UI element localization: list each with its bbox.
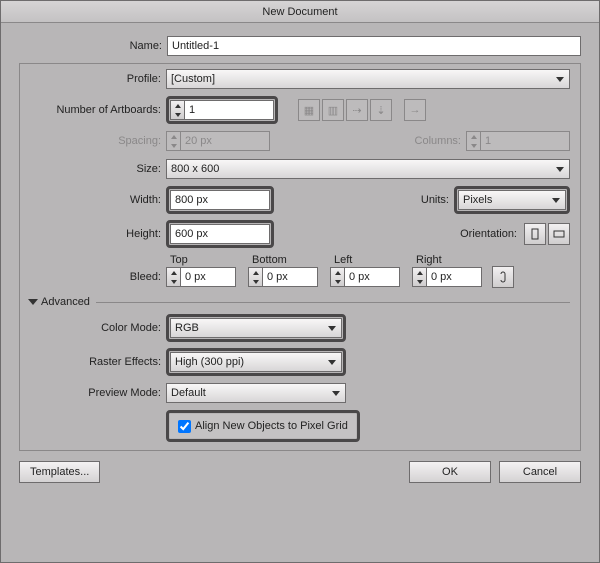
bleed-right-label: Right <box>416 254 498 266</box>
align-pixel-grid-checkbox[interactable]: Align New Objects to Pixel Grid <box>170 414 356 438</box>
orientation-label: Orientation: <box>444 228 522 240</box>
size-select[interactable]: 800 x 600 <box>166 159 570 179</box>
main-fieldset: Profile: [Custom] Number of Artboards: ▦… <box>19 63 581 451</box>
bleed-bottom-label: Bottom <box>252 254 334 266</box>
align-pixel-grid-input[interactable] <box>178 420 191 433</box>
bleed-left-spinner[interactable] <box>330 267 400 287</box>
bleed-bottom-spinner[interactable] <box>248 267 318 287</box>
raster-label: Raster Effects: <box>30 356 166 368</box>
profile-label: Profile: <box>30 73 166 85</box>
spacing-spinner <box>166 131 270 151</box>
arrange-down-icon: ⇣ <box>370 99 392 121</box>
bleed-top-input[interactable] <box>180 267 236 287</box>
bleed-top-label: Top <box>170 254 252 266</box>
units-select[interactable]: Pixels <box>458 190 566 210</box>
ok-button[interactable]: OK <box>409 461 491 483</box>
orientation-landscape-icon[interactable] <box>548 223 570 245</box>
height-label: Height: <box>30 228 166 240</box>
color-mode-select[interactable]: RGB <box>170 318 342 338</box>
advanced-header[interactable]: Advanced <box>28 296 570 308</box>
columns-spinner <box>466 131 570 151</box>
spacing-label: Spacing: <box>30 135 166 147</box>
artboards-label: Number of Artboards: <box>30 104 166 116</box>
bleed-left-label: Left <box>334 254 416 266</box>
dialog-footer: Templates... OK Cancel <box>19 451 581 483</box>
profile-select[interactable]: [Custom] <box>166 69 570 89</box>
name-label: Name: <box>19 40 167 52</box>
artboards-input[interactable] <box>184 100 274 120</box>
preview-select[interactable]: Default <box>166 383 346 403</box>
spacing-input <box>180 131 270 151</box>
color-mode-label: Color Mode: <box>30 322 166 334</box>
artboards-spinner[interactable] <box>170 100 274 120</box>
bleed-left-input[interactable] <box>344 267 400 287</box>
new-document-dialog: New Document Name: Profile: [Custom] Num… <box>0 0 600 563</box>
size-label: Size: <box>30 163 166 175</box>
raster-select[interactable]: High (300 ppi) <box>170 352 342 372</box>
templates-button[interactable]: Templates... <box>19 461 100 483</box>
titlebar: New Document <box>1 1 599 23</box>
units-label: Units: <box>414 194 454 206</box>
name-input[interactable] <box>167 36 581 56</box>
dialog-content: Name: Profile: [Custom] Number of Artboa… <box>1 23 599 562</box>
orientation-portrait-icon[interactable] <box>524 223 546 245</box>
bleed-top-spinner[interactable] <box>166 267 236 287</box>
cancel-button[interactable]: Cancel <box>499 461 581 483</box>
bleed-bottom-input[interactable] <box>262 267 318 287</box>
arrange-right-icon: ⇢ <box>346 99 368 121</box>
bleed-right-input[interactable] <box>426 267 482 287</box>
link-bleed-icon[interactable] <box>492 266 514 288</box>
columns-input <box>480 131 570 151</box>
arrow-right-icon: → <box>404 99 426 121</box>
disclosure-triangle-icon <box>28 299 38 305</box>
columns-label: Columns: <box>406 135 466 147</box>
width-label: Width: <box>30 194 166 206</box>
width-input[interactable] <box>170 190 270 210</box>
preview-label: Preview Mode: <box>30 387 166 399</box>
height-input[interactable] <box>170 224 270 244</box>
dialog-title: New Document <box>262 6 337 18</box>
bleed-label: Bleed: <box>30 271 166 283</box>
grid-by-row-icon: ▦ <box>298 99 320 121</box>
grid-by-col-icon: ▥ <box>322 99 344 121</box>
bleed-right-spinner[interactable] <box>412 267 482 287</box>
